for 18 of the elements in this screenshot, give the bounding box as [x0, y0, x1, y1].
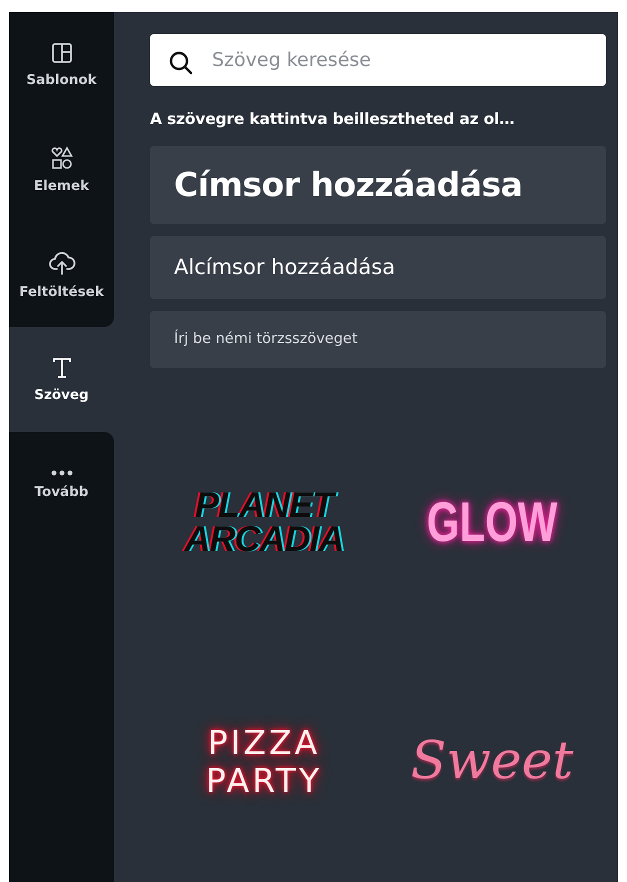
cloud-upload-icon	[48, 250, 76, 276]
sidebar-tab[interactable]: Feltöltések	[9, 222, 114, 327]
add-body-text-button[interactable]: Írj be némi törzsszöveget	[150, 310, 606, 368]
sidebar-tab[interactable]: Tovább	[9, 432, 114, 537]
layout-icon	[50, 42, 72, 64]
search-icon	[168, 50, 194, 76]
search-field[interactable]: Szöveg keresése	[150, 34, 606, 86]
text-icon	[52, 356, 72, 378]
text-style-preview[interactable]: Sweet	[378, 642, 606, 882]
shapes-icon	[50, 146, 74, 170]
add-subheading-button[interactable]: Alcímsor hozzáadása	[150, 236, 606, 299]
hint-text: A szövegre kattintva beillesztheted az ol…	[150, 110, 516, 128]
add-heading-button[interactable]: Címsor hozzáadása	[150, 146, 606, 224]
text-style-preview[interactable]: PIZZA PARTY	[150, 642, 378, 882]
sidebar-tab[interactable]: Sablonok	[9, 12, 114, 117]
more-icon	[50, 470, 72, 476]
sidebar-tab[interactable]: Elemek	[9, 117, 114, 222]
text-style-preview[interactable]: GLOW	[378, 402, 606, 642]
